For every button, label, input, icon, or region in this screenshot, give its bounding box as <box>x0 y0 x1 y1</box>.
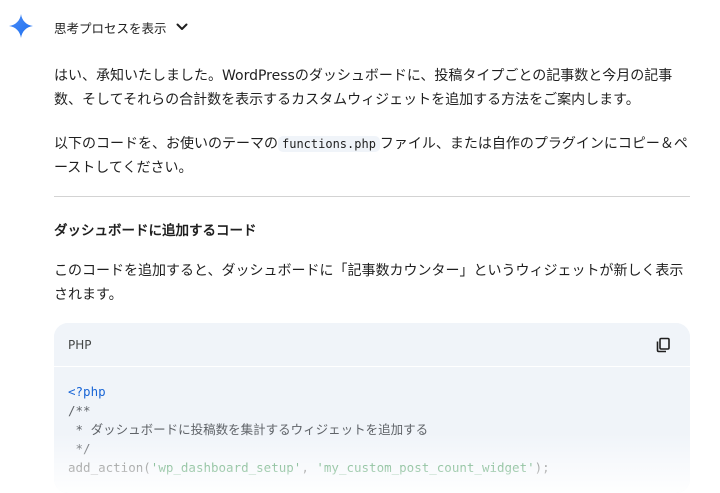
paragraph-2-text-before: 以下のコードを、お使いのテーマの <box>54 136 278 152</box>
code-line-2: /** <box>68 403 91 418</box>
response-paragraph-2: 以下のコードを、お使いのテーマの functions.php ファイル、または自作の… <box>54 132 690 180</box>
code-line-3: * ダッシュボードに投稿数を集計するウィジェットを追加する <box>68 422 429 437</box>
chevron-down-icon <box>176 23 188 30</box>
response-paragraph-1: はい、承知いたしました。WordPressのダッシュボードに、投稿タイプごとの記… <box>54 68 673 108</box>
show-thinking-label: 思考プロセスを表示 <box>54 20 167 36</box>
section-divider <box>54 196 690 197</box>
inline-code-filename: functions.php <box>278 136 380 152</box>
code-block: PHP <?php /** * ダッシュボードに投稿数を集計するウィジェットを追… <box>54 323 690 493</box>
copy-code-button[interactable] <box>654 336 672 354</box>
code-line-end: ); <box>534 460 550 475</box>
code-fn-name: add_action( <box>68 460 151 475</box>
code-line-1: <?php <box>68 384 106 399</box>
code-string-1: 'wp_dashboard_setup' <box>150 460 302 475</box>
code-separator: , <box>301 460 317 475</box>
section-heading: ダッシュボードに追加するコード <box>54 223 257 239</box>
code-language-label: PHP <box>68 337 92 352</box>
code-body: <?php /** * ダッシュボードに投稿数を集計するウィジェットを追加する … <box>54 367 690 477</box>
gemini-spark-icon <box>9 14 33 38</box>
copy-icon <box>656 337 670 352</box>
code-line-5: add_action('wp_dashboard_setup', 'my_cus… <box>68 460 550 475</box>
show-thinking-toggle[interactable]: 思考プロセスを表示 <box>54 16 189 38</box>
code-string-2: 'my_custom_post_count_widget' <box>316 460 535 475</box>
code-block-header: PHP <box>54 323 690 367</box>
response-paragraph-3: このコードを追加すると、ダッシュボードに「記事数カウンター」というウィジェットが… <box>54 263 684 303</box>
code-line-4: */ <box>68 441 91 456</box>
